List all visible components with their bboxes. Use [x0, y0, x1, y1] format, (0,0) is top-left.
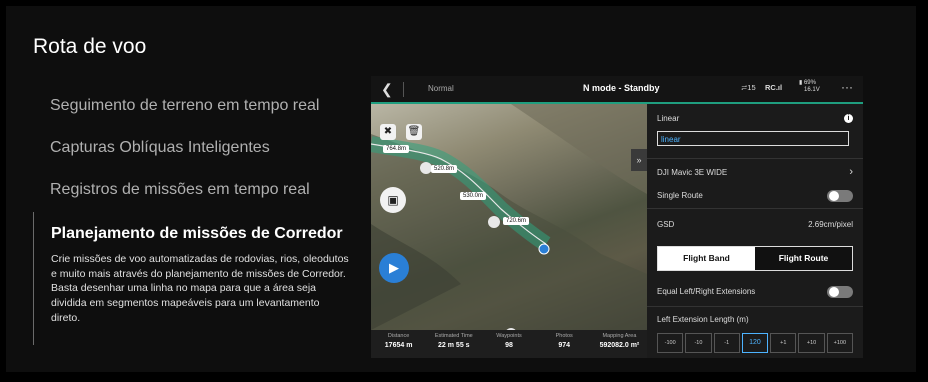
map-view[interactable]: ✖ 🗑 ▣ ▶ 764.8m 520.8m 530.0m 720.6m »: [371, 104, 647, 330]
distance-label: 720.6m: [503, 217, 530, 225]
trash-icon[interactable]: 🗑: [406, 124, 422, 140]
stat-waypoints: Waypoints 98: [496, 333, 522, 349]
stepper-plus-1[interactable]: +1: [770, 333, 797, 353]
top-bar: ❮ Normal N mode - Standby ≓15 RC.ıl ▮ 69…: [371, 76, 863, 103]
stat-distance: Distance 17654 m: [384, 333, 413, 349]
feature-item-corridor[interactable]: Planejamento de missões de Corredor Crie…: [33, 212, 349, 345]
distance-label: 764.8m: [383, 145, 410, 153]
feature-item-terrain[interactable]: Seguimento de terreno em tempo real: [33, 97, 348, 139]
left-extension-label: Left Extension Length (m): [657, 315, 749, 324]
feature-title: Planejamento de missões de Corredor: [51, 225, 343, 242]
flight-band-tab[interactable]: Flight Band: [658, 247, 755, 270]
collapse-panel-icon[interactable]: »: [631, 149, 647, 171]
divider: [403, 82, 404, 97]
camera-select[interactable]: DJI Mavic 3E WIDE ›: [657, 166, 853, 178]
equal-extensions-label: Equal Left/Right Extensions: [657, 287, 756, 296]
info-icon[interactable]: i: [844, 114, 853, 123]
gsd-value: 2.69cm/pixel: [808, 220, 853, 229]
rc-signal: RC.ıl: [765, 83, 783, 92]
distance-label: 520.8m: [431, 165, 458, 173]
divider: [647, 208, 863, 209]
stat-area: Mapping Area 592082.0 m²: [599, 333, 640, 349]
save-icon[interactable]: ▣: [380, 187, 406, 213]
stepper-plus-100[interactable]: +100: [826, 333, 853, 353]
distance-label: 530.0m: [460, 192, 487, 200]
feature-title: Capturas Oblíquas Inteligentes: [50, 139, 270, 156]
stepper-value[interactable]: 120: [741, 333, 769, 353]
stepper-plus-10[interactable]: +10: [798, 333, 825, 353]
route-type-label: Linear: [657, 114, 680, 123]
flight-mode-segment: Flight Band Flight Route: [657, 246, 853, 271]
stepper-minus-10[interactable]: -10: [685, 333, 712, 353]
battery-status: ▮ 69% 16.1V: [799, 80, 820, 93]
feature-description: Crie missões de voo automatizadas de rod…: [51, 253, 349, 324]
feature-title: Registros de missões em tempo real: [50, 181, 310, 198]
settings-panel: Linear i linear DJI Mavic 3E WIDE › Singl…: [647, 104, 863, 358]
play-icon[interactable]: ▶: [379, 253, 409, 283]
flight-status: N mode - Standby: [583, 83, 660, 93]
feature-list: Seguimento de terreno em tempo real Capt…: [33, 97, 348, 223]
left-extension-stepper: -100 -10 -1 120 +1 +10 +100: [657, 333, 853, 353]
mission-stats: Distance 17654 m Estimated Time 22 m 55 s …: [371, 330, 647, 358]
divider: [647, 306, 863, 307]
stat-time: Estimated Time 22 m 55 s: [434, 333, 473, 349]
flight-mode: Normal: [428, 84, 454, 93]
divider: [647, 158, 863, 159]
more-icon[interactable]: ···: [841, 80, 853, 94]
route-name-input[interactable]: linear: [657, 131, 849, 146]
single-route-label: Single Route: [657, 191, 703, 200]
chevron-right-icon: ›: [849, 166, 853, 178]
stat-photos: Photos 974: [555, 333, 573, 349]
single-route-toggle[interactable]: [827, 190, 853, 202]
flight-route-tab[interactable]: Flight Route: [755, 247, 852, 270]
stepper-minus-100[interactable]: -100: [657, 333, 684, 353]
section-title: Rota de voo: [33, 35, 147, 58]
feature-item-oblique[interactable]: Capturas Oblíquas Inteligentes: [33, 139, 348, 181]
satellite-count: ≓15: [741, 83, 756, 92]
feature-title: Seguimento de terreno em tempo real: [50, 97, 320, 114]
app-screenshot: ❮ Normal N mode - Standby ≓15 RC.ıl ▮ 69…: [371, 76, 863, 358]
stepper-minus-1[interactable]: -1: [713, 333, 740, 353]
close-icon[interactable]: ✖: [380, 124, 396, 140]
equal-extensions-toggle[interactable]: [827, 286, 853, 298]
chevron-left-icon[interactable]: ❮: [381, 81, 393, 98]
